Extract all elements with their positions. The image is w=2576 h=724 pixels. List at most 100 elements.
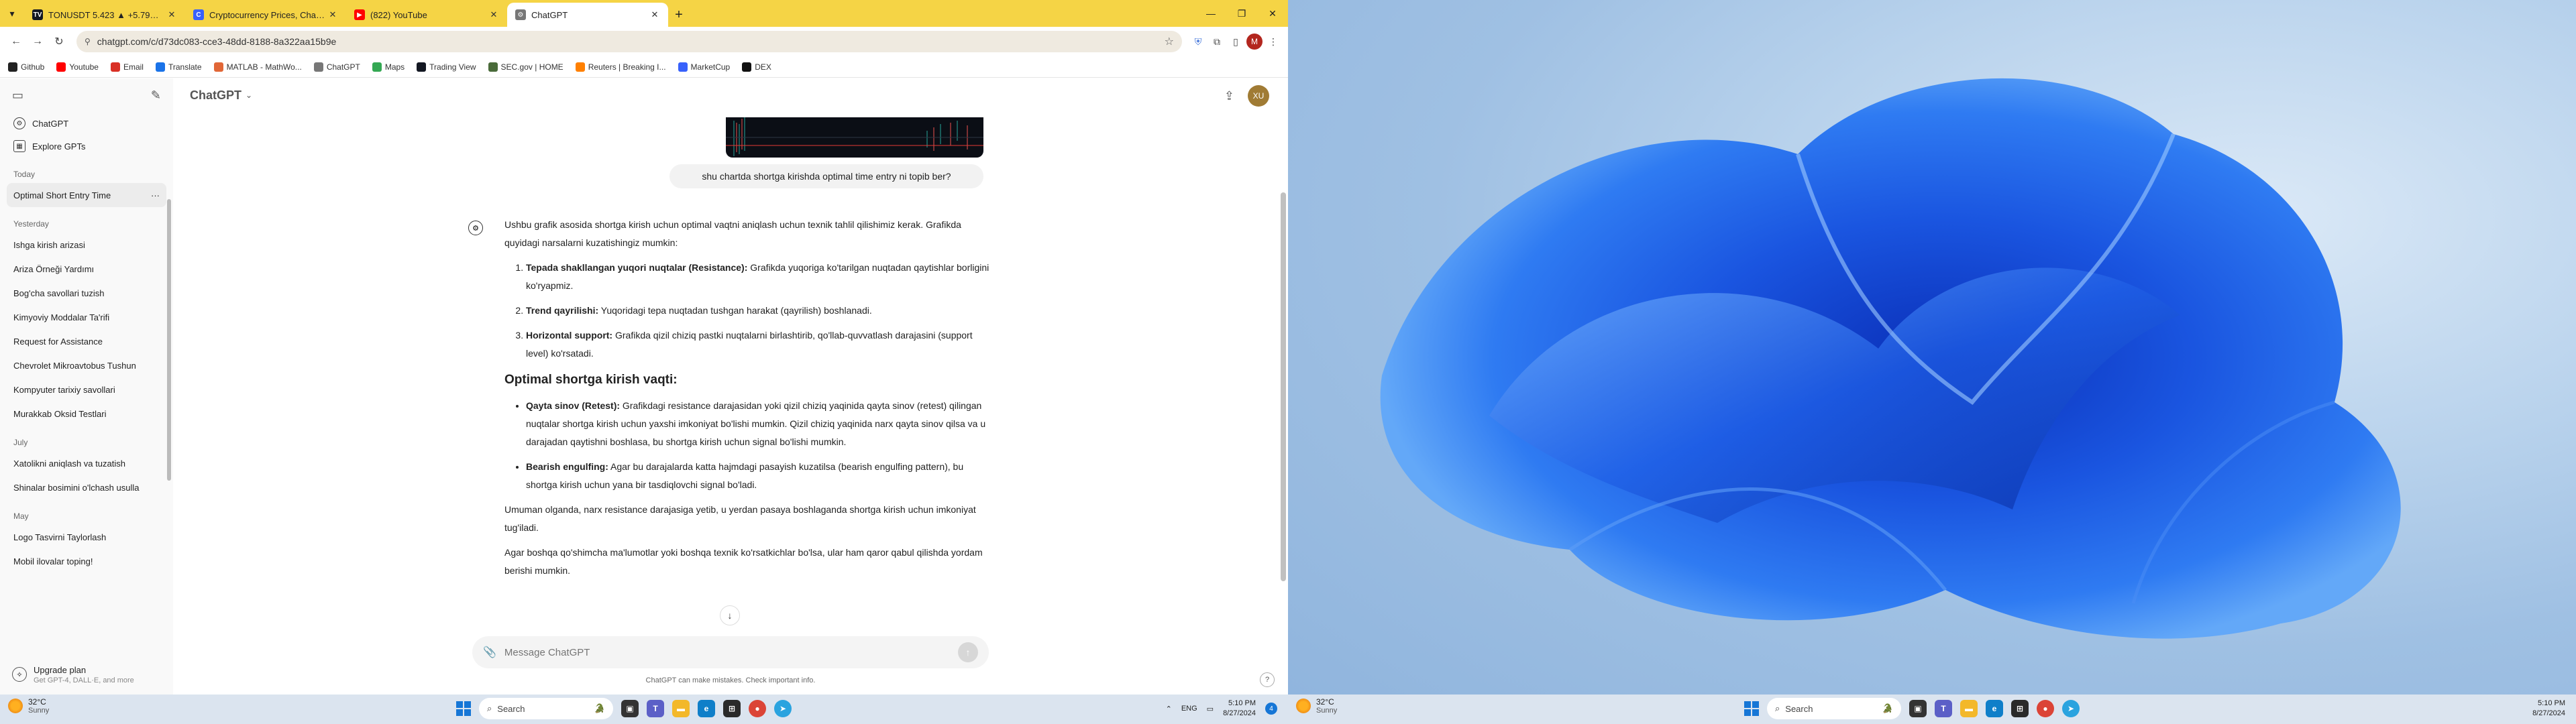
uploaded-chart-image[interactable] <box>726 117 983 158</box>
tab-search-menu-icon[interactable]: ▾ <box>0 0 24 27</box>
model-selector[interactable]: ChatGPT <box>190 88 241 103</box>
close-tab-icon[interactable]: ✕ <box>488 9 499 20</box>
weather-widget[interactable]: 32°C Sunny <box>1296 697 1337 715</box>
bookmark-star-icon[interactable]: ☆ <box>1165 35 1174 48</box>
chat-header: ChatGPT ⌄ <box>173 78 1288 112</box>
upgrade-plan-button[interactable]: ✧ Upgrade plan Get GPT-4, DALL·E, and mo… <box>0 654 173 695</box>
history-section-title: July <box>13 438 28 447</box>
forward-icon[interactable]: → <box>27 31 48 52</box>
bookmark-item[interactable]: DEX <box>742 62 771 72</box>
bookmark-item[interactable]: Email <box>110 62 144 72</box>
extensions-puzzle-icon[interactable]: ⧉ <box>1208 32 1226 51</box>
reload-icon[interactable]: ↻ <box>48 31 70 52</box>
send-button[interactable]: ↑ <box>958 642 978 662</box>
clock[interactable]: 5:10 PM 8/27/2024 <box>1223 699 1256 719</box>
bookmark-item[interactable]: Translate <box>155 62 202 72</box>
chrome-icon[interactable]: ● <box>749 700 766 717</box>
task-view-icon[interactable]: ▣ <box>621 700 639 717</box>
teams-icon[interactable]: T <box>1935 700 1952 717</box>
sidebar-scrollbar[interactable] <box>165 119 173 642</box>
bookmark-item[interactable]: MarketCup <box>678 62 730 72</box>
new-tab-button[interactable]: + <box>668 3 690 27</box>
language-indicator[interactable]: ENG <box>1181 705 1197 713</box>
conversation-item[interactable]: Mobil ilovalar toping! <box>0 549 173 573</box>
edge-icon[interactable]: e <box>1986 700 2003 717</box>
close-tab-icon[interactable]: ✕ <box>327 9 338 20</box>
close-tab-icon[interactable]: ✕ <box>166 9 177 20</box>
attach-icon[interactable]: 📎 <box>483 646 496 659</box>
bookmark-item[interactable]: Trading View <box>417 62 476 72</box>
weather-widget[interactable]: 32°C Sunny <box>8 697 49 715</box>
browser-tab-youtube[interactable]: ▶ (822) YouTube ✕ <box>346 3 507 27</box>
file-explorer-icon[interactable]: ▬ <box>1960 700 1978 717</box>
bookmark-item[interactable]: SEC.gov | HOME <box>488 62 564 72</box>
windows-start-icon[interactable] <box>456 701 471 716</box>
teams-icon[interactable]: T <box>647 700 664 717</box>
browser-tab-coinmarketcap[interactable]: C Cryptocurrency Prices, Charts A ✕ <box>185 3 346 27</box>
conversation-item[interactable]: Kimyoviy Moddalar Ta'rifi <box>0 305 173 329</box>
conversation-item[interactable]: Chevrolet Mikroavtobus Tushun <box>0 353 173 377</box>
new-chat-icon[interactable]: ✎ <box>151 88 161 103</box>
conversation-item[interactable]: Ariza Örneği Yardımı <box>0 257 173 281</box>
conversation-item[interactable]: Request for Assistance <box>0 329 173 353</box>
clock[interactable]: 5:10 PM 8/27/2024 <box>2532 699 2565 719</box>
maximize-icon[interactable]: ❐ <box>1226 0 1257 27</box>
address-bar[interactable]: ⚲ chatgpt.com/c/d73dc083-cce3-48dd-8188-… <box>76 31 1182 52</box>
notification-badge[interactable]: 4 <box>1265 703 1277 715</box>
system-tray: ⌃ ENG ▭ 5:10 PM 8/27/2024 4 <box>1166 699 1277 719</box>
bookmark-label: Email <box>123 62 144 72</box>
browser-menu-icon[interactable]: ⋮ <box>1264 32 1283 51</box>
sidebar-panel-icon[interactable]: ▯ <box>1226 32 1245 51</box>
scroll-down-button[interactable]: ↓ <box>720 605 740 625</box>
conversation-item[interactable]: Bog'cha savollari tuzish <box>0 281 173 305</box>
bookmark-item[interactable]: Maps <box>372 62 405 72</box>
sidebar-item-explore-gpts[interactable]: ▦ Explore GPTs <box>0 135 173 158</box>
edge-icon[interactable]: e <box>698 700 715 717</box>
help-button[interactable]: ? <box>1260 672 1275 687</box>
conversation-item[interactable]: Murakkab Oksid Testlari <box>0 402 173 426</box>
chatgpt-avatar-icon: ⚙ <box>468 221 483 235</box>
bookmark-item[interactable]: Github <box>8 62 44 72</box>
network-icon[interactable]: ▭ <box>1207 705 1214 713</box>
bookmark-item[interactable]: Reuters | Breaking I... <box>575 62 666 72</box>
telegram-icon[interactable]: ➤ <box>2062 700 2080 717</box>
sidebar-item-chatgpt[interactable]: ⚙ ChatGPT <box>0 112 173 135</box>
browser-tab-tradingview[interactable]: TV TONUSDT 5.423 ▲ +5.79% Bes ✕ <box>24 3 185 27</box>
taskbar-search[interactable]: ⌕ Search 🐊 <box>1767 698 1901 719</box>
url-text: chatgpt.com/c/d73dc083-cce3-48dd-8188-8a… <box>97 36 337 47</box>
chevron-down-icon[interactable]: ⌄ <box>246 90 252 100</box>
store-icon[interactable]: ⊞ <box>723 700 741 717</box>
browser-tab-chatgpt[interactable]: ⚙ ChatGPT ✕ <box>507 3 668 27</box>
conversation-item[interactable]: Xatolikni aniqlash va tuzatish <box>0 451 173 475</box>
close-window-icon[interactable]: ✕ <box>1257 0 1288 27</box>
bookmark-item[interactable]: Youtube <box>56 62 99 72</box>
conversation-item[interactable]: Logo Tasvirni Taylorlash <box>0 525 173 549</box>
chrome-icon[interactable]: ● <box>2037 700 2054 717</box>
chat-scrollbar[interactable] <box>1279 78 1288 695</box>
telegram-icon[interactable]: ➤ <box>774 700 792 717</box>
conversation-item[interactable]: Shinalar bosimini o'lchash usulla <box>0 475 173 499</box>
file-explorer-icon[interactable]: ▬ <box>672 700 690 717</box>
more-options-icon[interactable]: ··· <box>151 190 160 200</box>
user-avatar[interactable]: XU <box>1248 85 1269 107</box>
toggle-sidebar-icon[interactable]: ▭ <box>12 88 23 103</box>
bookmark-item[interactable]: MATLAB - MathWo... <box>213 62 302 72</box>
message-input[interactable] <box>504 646 958 658</box>
taskbar-search[interactable]: ⌕ Search 🐊 <box>479 698 613 719</box>
share-icon[interactable]: ⇪ <box>1224 89 1234 103</box>
close-tab-icon[interactable]: ✕ <box>649 9 660 20</box>
conversation-item[interactable]: Ishga kirish arizasi <box>0 233 173 257</box>
extension-shield-icon[interactable]: ⛨ <box>1189 32 1208 51</box>
conversation-title: Request for Assistance <box>13 336 103 347</box>
store-icon[interactable]: ⊞ <box>2011 700 2029 717</box>
task-view-icon[interactable]: ▣ <box>1909 700 1927 717</box>
windows-start-icon[interactable] <box>1744 701 1759 716</box>
conversation-item[interactable]: Optimal Short Entry Time ··· <box>7 183 166 207</box>
minimize-icon[interactable]: — <box>1195 0 1226 27</box>
back-icon[interactable]: ← <box>5 31 27 52</box>
profile-avatar[interactable]: M <box>1245 32 1264 51</box>
tray-chevron-up-icon[interactable]: ⌃ <box>1166 705 1172 713</box>
site-info-icon[interactable]: ⚲ <box>85 37 91 46</box>
bookmark-item[interactable]: ChatGPT <box>313 62 360 72</box>
conversation-item[interactable]: Kompyuter tarixiy savollari <box>0 377 173 402</box>
